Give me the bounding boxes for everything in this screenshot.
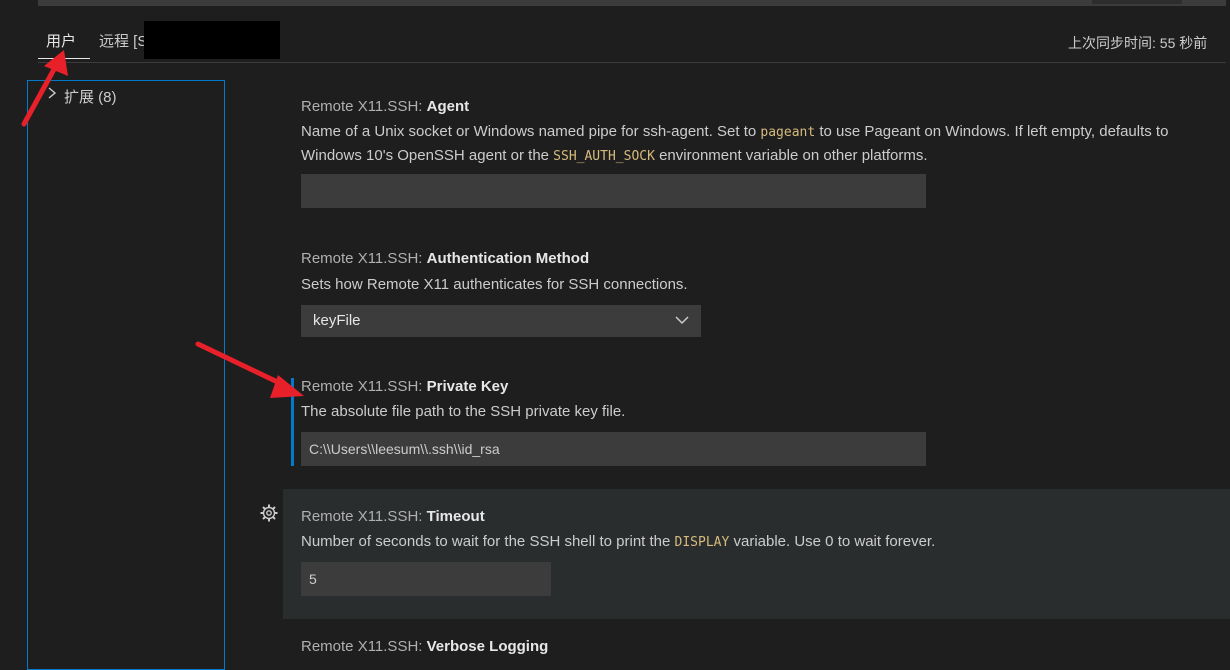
annotation-arrow-user-tab xyxy=(21,50,68,127)
annotation-arrow-private-key xyxy=(195,341,304,398)
annotation-arrows xyxy=(21,50,304,398)
